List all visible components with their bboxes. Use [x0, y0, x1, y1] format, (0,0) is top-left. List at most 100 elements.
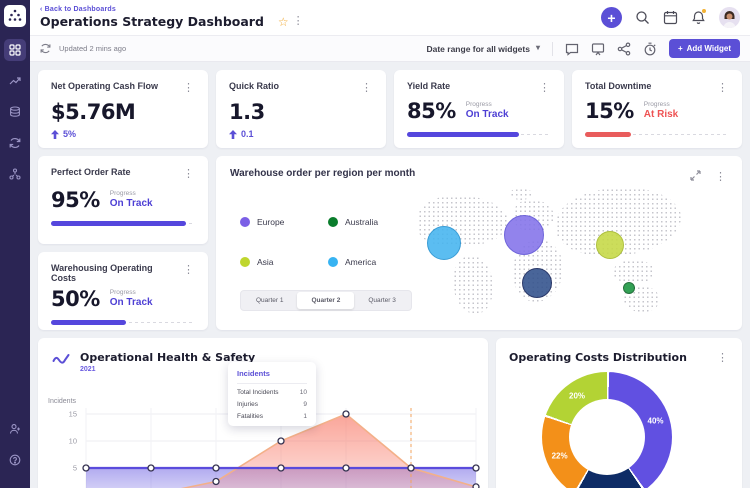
present-screen-icon[interactable] [591, 42, 605, 56]
kebab-menu-icon[interactable]: ⋮ [179, 167, 198, 182]
arrow-up-icon [51, 130, 59, 139]
chart-tooltip: Incidents Total Incidents10 Injuries9 Fa… [228, 362, 316, 426]
kpi-card-warehousing-operating-costs: Warehousing Operating Costs ⋮ 50% Progre… [38, 252, 208, 330]
title-kebab-menu-icon[interactable]: ⋮ [289, 14, 308, 29]
kpi-value: 50% [51, 287, 100, 311]
sidebar-item-connections[interactable] [4, 163, 26, 185]
kebab-menu-icon[interactable]: ⋮ [535, 81, 554, 96]
plus-icon: + [678, 44, 683, 53]
map-widget: Warehouse order per region per month ⋮ E… [216, 156, 742, 330]
comments-icon[interactable] [565, 42, 579, 56]
legend-item-europe[interactable]: Europe [240, 202, 328, 242]
status-badge: At Risk [644, 109, 678, 120]
map-bubble-asia[interactable] [596, 231, 624, 259]
continent-se-asia [613, 260, 655, 284]
kpi-card-yield-rate: Yield Rate ⋮ 85% Progress On Track [394, 70, 564, 148]
quarter-tabs: Quarter 1 Quarter 2 Quarter 3 [240, 290, 412, 311]
map-bubble-america[interactable] [427, 226, 461, 260]
kebab-menu-icon[interactable]: ⋮ [711, 170, 730, 185]
legend-item-america[interactable]: America [328, 242, 416, 282]
kpi-card-quick-ratio: Quick Ratio ⋮ 1.3 0.1 [216, 70, 386, 148]
svg-text:5: 5 [73, 464, 77, 473]
sidebar-item-analytics[interactable] [4, 70, 26, 92]
refresh-icon[interactable] [40, 43, 51, 54]
progress-track [585, 132, 729, 137]
legend-item-australia[interactable]: Australia [328, 202, 416, 242]
page-title: Operations Strategy Dashboard [40, 14, 264, 29]
progress-bar [407, 132, 519, 137]
tab-quarter-3[interactable]: Quarter 3 [354, 292, 409, 309]
y-axis-label: Incidents [48, 398, 76, 405]
donut-segment-label: 22% [552, 451, 568, 460]
sidebar-item-invite-user[interactable] [4, 418, 26, 440]
kpi-delta-value: 0.1 [241, 129, 254, 139]
kpi-card-perfect-order-rate: Perfect Order Rate ⋮ 95% Progress On Tra… [38, 156, 208, 244]
expand-icon[interactable] [690, 168, 701, 186]
progress-label: Progress [110, 190, 153, 197]
kpi-value: 1.3 [216, 96, 386, 124]
line-chart-icon [52, 353, 70, 371]
map-bubble-europe[interactable] [504, 215, 544, 255]
kpi-title: Quick Ratio [229, 81, 279, 91]
search-icon[interactable] [635, 10, 650, 25]
status-badge: On Track [110, 297, 153, 308]
progress-track [407, 132, 551, 137]
sidebar-item-dashboards[interactable] [4, 39, 26, 61]
progress-track [51, 320, 195, 325]
share-icon[interactable] [617, 42, 631, 56]
dashboard-toolbar: Updated 2 mins ago Date range for all wi… [30, 36, 750, 62]
kebab-menu-icon[interactable]: ⋮ [179, 81, 198, 96]
map-bubble-africa[interactable] [522, 268, 552, 298]
toolbar-divider [552, 42, 553, 56]
top-header: ‹ Back to Dashboards Operations Strategy… [30, 0, 750, 36]
back-to-dashboards-link[interactable]: ‹ Back to Dashboards [40, 6, 264, 13]
donut-segment-label: 40% [647, 417, 663, 426]
map-bubble-australia[interactable] [623, 282, 635, 294]
last-updated-text: Updated 2 mins ago [59, 44, 126, 53]
continent-greenland [510, 188, 532, 200]
continent-south-america [453, 256, 493, 314]
kpi-card-net-operating-cash-flow: Net Operating Cash Flow ⋮ $5.76M 5% [38, 70, 208, 148]
donut-segment-label: 20% [569, 391, 585, 400]
donut-widget: Operating Costs Distribution ⋮ 40% 22% 20% [496, 338, 742, 488]
app-sidebar [0, 0, 30, 488]
create-new-button[interactable]: + [601, 7, 622, 28]
sidebar-item-datasets[interactable] [4, 101, 26, 123]
legend-dot [240, 217, 250, 227]
notification-dot [701, 8, 707, 14]
star-icon[interactable]: ☆ [278, 15, 289, 29]
user-avatar[interactable] [719, 7, 740, 28]
tab-quarter-1[interactable]: Quarter 1 [242, 292, 297, 309]
progress-label: Progress [644, 101, 678, 108]
chevron-down-icon: ▾ [536, 43, 540, 52]
calendar-icon[interactable] [663, 10, 678, 25]
kpi-title: Net Operating Cash Flow [51, 81, 158, 91]
svg-text:10: 10 [69, 437, 77, 446]
kebab-menu-icon[interactable]: ⋮ [713, 351, 732, 366]
legend-dot [240, 257, 250, 267]
timer-icon[interactable] [643, 42, 657, 56]
progress-bar [585, 132, 631, 137]
kpi-value: 15% [585, 99, 634, 123]
kebab-menu-icon[interactable]: ⋮ [179, 263, 198, 278]
legend-item-asia[interactable]: Asia [240, 242, 328, 282]
kpi-title: Yield Rate [407, 81, 450, 91]
progress-bar [51, 320, 126, 325]
sidebar-item-help[interactable] [4, 449, 26, 471]
donut-widget-title: Operating Costs Distribution [509, 351, 687, 364]
arrow-up-icon [229, 130, 237, 139]
add-widget-button[interactable]: + Add Widget [669, 39, 740, 58]
kebab-menu-icon[interactable]: ⋮ [357, 81, 376, 96]
kebab-menu-icon[interactable]: ⋮ [713, 81, 732, 96]
map-widget-title: Warehouse order per region per month [230, 168, 415, 179]
date-range-select[interactable]: Date range for all widgets ▾ [426, 44, 539, 54]
kpi-card-total-downtime: Total Downtime ⋮ 15% Progress At Risk [572, 70, 742, 148]
legend-dot [328, 257, 338, 267]
status-badge: On Track [466, 109, 509, 120]
kpi-value: 95% [51, 188, 100, 212]
notifications-bell-icon[interactable] [691, 10, 706, 25]
health-widget-title: Operational Health & Safety [80, 351, 255, 364]
tab-quarter-2[interactable]: Quarter 2 [297, 292, 354, 309]
progress-label: Progress [110, 289, 153, 296]
sidebar-item-sync[interactable] [4, 132, 26, 154]
